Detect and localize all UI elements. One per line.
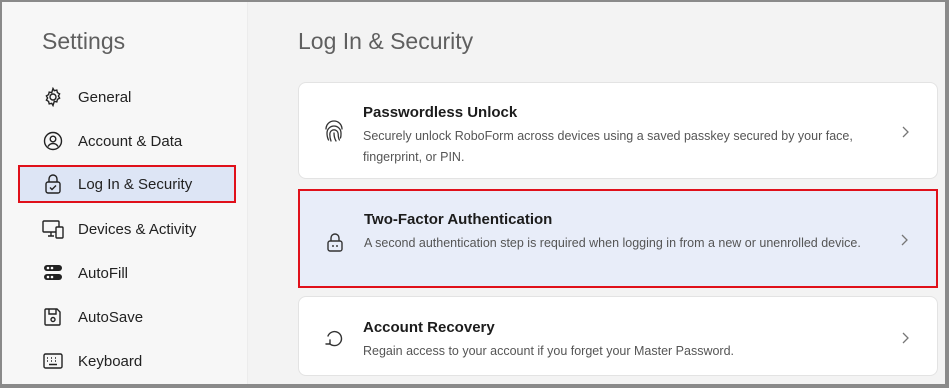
sidebar-item-autosave[interactable]: AutoSave xyxy=(18,298,236,336)
sidebar-item-general[interactable]: General xyxy=(18,78,236,116)
page-title: Log In & Security xyxy=(298,28,474,54)
card-title: Account Recovery xyxy=(363,319,495,336)
fingerprint-icon xyxy=(321,119,347,145)
card-description: Regain access to your account if you for… xyxy=(363,344,735,358)
account-recovery-card[interactable]: Account Recovery Regain access to your a… xyxy=(298,296,938,376)
lock-shield-icon xyxy=(42,173,64,195)
autofill-icon xyxy=(42,262,64,284)
sidebar-item-label: Devices & Activity xyxy=(78,220,197,238)
sidebar-item-label: General xyxy=(78,88,132,106)
two-factor-authentication-card[interactable]: Two-Factor Authentication A second authe… xyxy=(298,189,938,288)
sidebar-item-label: Account & Data xyxy=(78,132,183,150)
sidebar-title: Settings xyxy=(42,28,126,54)
card-title: Two-Factor Authentication xyxy=(364,211,553,228)
passwordless-unlock-card[interactable]: Passwordless Unlock Securely unlock Robo… xyxy=(298,82,938,179)
gear-icon xyxy=(42,86,64,108)
sidebar-item-label: Log In & Security xyxy=(78,175,193,193)
keyboard-icon xyxy=(42,350,64,372)
sidebar-item-login-security[interactable]: Log In & Security xyxy=(18,165,236,203)
sidebar-item-autofill[interactable]: AutoFill xyxy=(18,254,236,292)
sidebar: Settings General Account & Data Log In &… xyxy=(2,2,248,384)
card-description: A second authentication step is required… xyxy=(364,236,861,250)
sidebar-item-label: AutoFill xyxy=(78,264,129,282)
card-title: Passwordless Unlock xyxy=(363,104,518,121)
settings-window: Settings General Account & Data Log In &… xyxy=(2,2,945,384)
sidebar-item-keyboard[interactable]: Keyboard xyxy=(18,342,236,380)
devices-icon xyxy=(42,218,64,240)
user-circle-icon xyxy=(42,130,64,152)
sidebar-item-label: Keyboard xyxy=(78,352,143,370)
chevron-right-icon xyxy=(901,234,908,246)
sidebar-item-account-data[interactable]: Account & Data xyxy=(18,122,236,160)
save-icon xyxy=(42,306,64,328)
sidebar-item-label: AutoSave xyxy=(78,308,144,326)
chevron-right-icon xyxy=(902,126,909,138)
padlock-icon xyxy=(322,229,348,255)
card-description: Securely unlock RoboForm across devices … xyxy=(363,129,853,164)
recovery-icon xyxy=(321,325,347,351)
chevron-right-icon xyxy=(902,332,909,344)
sidebar-item-devices-activity[interactable]: Devices & Activity xyxy=(18,210,236,248)
